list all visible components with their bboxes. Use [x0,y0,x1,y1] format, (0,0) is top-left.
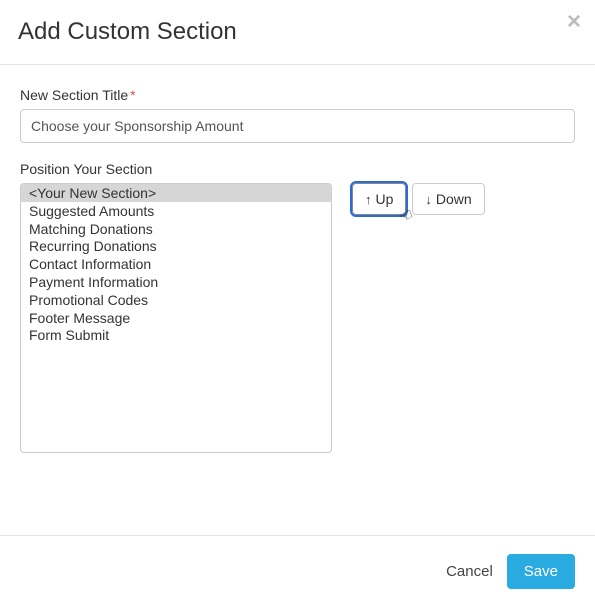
section-title-label-text: New Section Title [20,87,128,103]
list-item[interactable]: Suggested Amounts [21,202,331,220]
modal-title: Add Custom Section [18,18,575,46]
move-down-label: Down [436,191,472,207]
list-item[interactable]: Promotional Codes [21,291,331,309]
section-title-label: New Section Title* [20,87,575,103]
section-title-input[interactable] [20,109,575,143]
reorder-button-group: ↑ Up ↓ Down ☜ [352,183,485,215]
section-order-listbox[interactable]: <Your New Section>Suggested AmountsMatch… [20,183,332,453]
arrow-down-icon: ↓ [425,192,432,207]
save-button[interactable]: Save [507,554,575,589]
list-item[interactable]: Footer Message [21,309,331,327]
position-row: <Your New Section>Suggested AmountsMatch… [20,183,575,453]
move-up-label: Up [376,191,394,207]
move-up-button[interactable]: ↑ Up [352,183,406,215]
close-icon[interactable]: × [567,10,581,34]
modal-header: Add Custom Section × [0,0,595,65]
cancel-button[interactable]: Cancel [446,563,493,580]
add-custom-section-modal: Add Custom Section × New Section Title* … [0,0,595,607]
required-mark: * [130,87,135,103]
modal-footer: Cancel Save [0,535,595,607]
modal-body: New Section Title* Position Your Section… [0,65,595,535]
list-item[interactable]: Contact Information [21,255,331,273]
list-item[interactable]: Form Submit [21,326,331,344]
position-label: Position Your Section [20,161,575,177]
list-item[interactable]: Payment Information [21,273,331,291]
list-item[interactable]: <Your New Section> [21,184,331,202]
move-down-button[interactable]: ↓ Down [412,183,484,215]
arrow-up-icon: ↑ [365,192,372,207]
list-item[interactable]: Matching Donations [21,220,331,238]
list-item[interactable]: Recurring Donations [21,237,331,255]
